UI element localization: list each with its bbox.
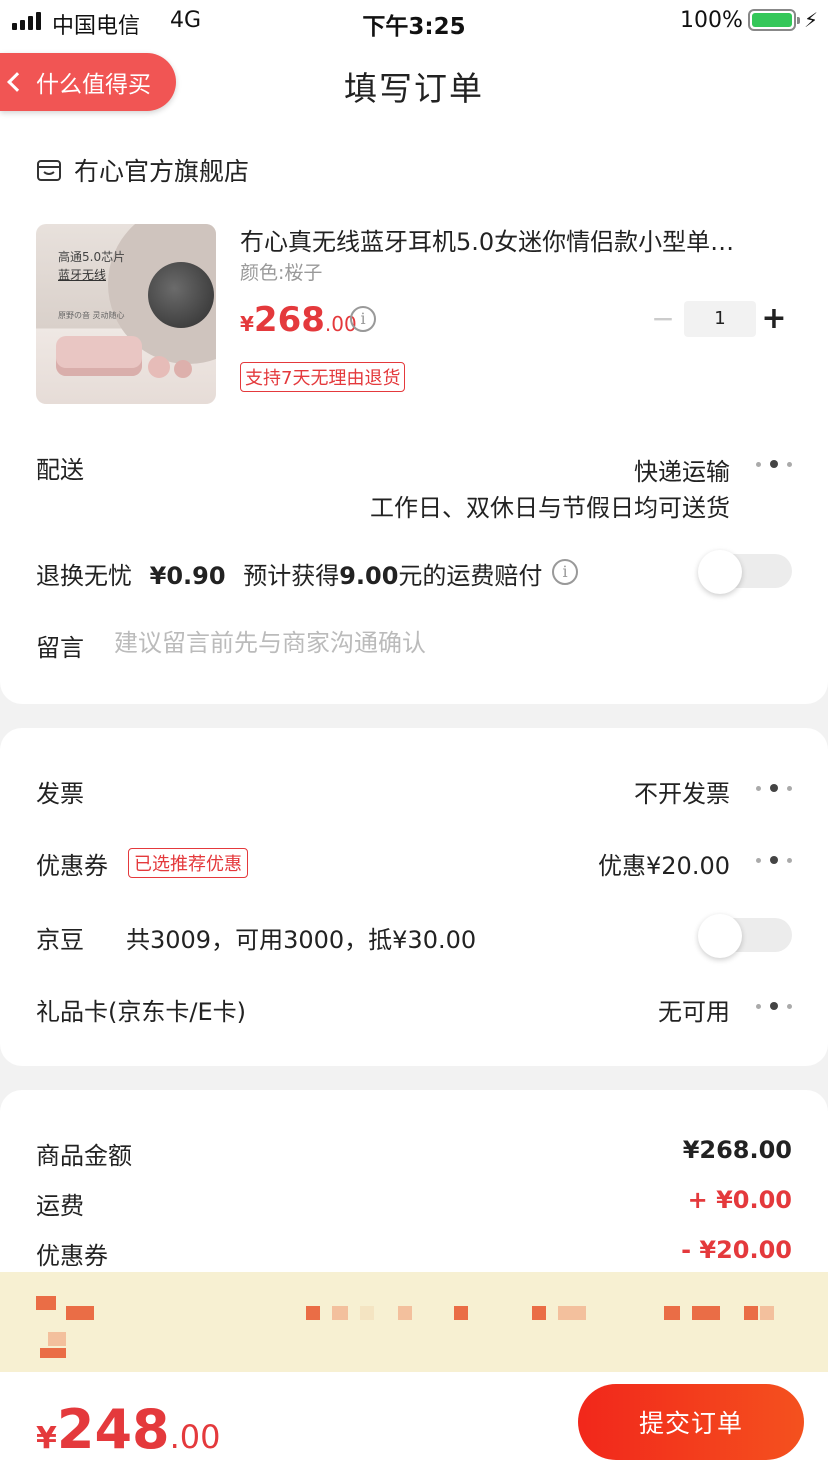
invoice-more-icon[interactable] bbox=[756, 784, 792, 792]
shipping-label: 运费 bbox=[36, 1192, 84, 1220]
order-item-card: 冇心官方旗舰店 高通5.0芯片 蓝牙无线 原野の音 灵动随心 冇心真无线蓝牙耳机… bbox=[0, 122, 828, 704]
insurance-amount: 9.00 bbox=[339, 562, 399, 590]
giftcard-value[interactable]: 无可用 bbox=[658, 992, 730, 1027]
message-input[interactable] bbox=[114, 626, 714, 660]
insurance-toggle[interactable] bbox=[698, 550, 792, 594]
invoice-label: 发票 bbox=[36, 780, 84, 808]
insurance-text-b: 元的运费赔付 bbox=[398, 562, 543, 590]
page-header: 什么值得买 填写订单 bbox=[0, 44, 828, 122]
charging-icon: ⚡ bbox=[804, 8, 819, 32]
insurance-info-icon[interactable]: i bbox=[552, 559, 578, 585]
address-banner[interactable] bbox=[0, 1272, 828, 1372]
store-row[interactable]: 冇心官方旗舰店 bbox=[36, 152, 249, 188]
delivery-label: 配送 bbox=[36, 456, 84, 484]
goods-amount-value: ¥268.00 bbox=[682, 1136, 792, 1164]
product-variant: 颜色:桜子 bbox=[240, 262, 323, 284]
battery-icon bbox=[748, 9, 800, 31]
product-price: ¥ 268 .00 bbox=[240, 300, 357, 340]
product-image-text-3: 原野の音 灵动随心 bbox=[58, 311, 125, 320]
jingdou-label: 京豆 bbox=[36, 926, 84, 954]
product-title[interactable]: 冇心真无线蓝牙耳机5.0女迷你情侣款小型单… bbox=[240, 222, 788, 257]
goods-amount-label: 商品金额 bbox=[36, 1142, 132, 1170]
insurance-label: 退换无忧 bbox=[36, 562, 132, 590]
delivery-method[interactable]: 快递运输 bbox=[634, 452, 730, 487]
coupon-label: 优惠券 bbox=[36, 852, 108, 880]
giftcard-more-icon[interactable] bbox=[756, 1002, 792, 1010]
price-currency: ¥ bbox=[240, 312, 254, 336]
order-total: ¥ 248 .00 bbox=[36, 1398, 221, 1461]
jingdou-toggle[interactable] bbox=[698, 914, 792, 958]
return-insurance-text: 退换无忧 ¥0.90 预计获得9.00元的运费赔付 bbox=[36, 556, 542, 591]
coupon-value[interactable]: 优惠¥20.00 bbox=[598, 846, 730, 881]
coupon-discount-label: 优惠券 bbox=[36, 1242, 108, 1270]
message-label: 留言 bbox=[36, 634, 84, 662]
delivery-more-icon[interactable] bbox=[756, 460, 792, 468]
coupon-discount-value: - ¥20.00 bbox=[681, 1236, 792, 1264]
benefits-card: 发票 不开发票 优惠券 已选推荐优惠 优惠¥20.00 京豆 共3009，可用3… bbox=[0, 728, 828, 1066]
product-image[interactable]: 高通5.0芯片 蓝牙无线 原野の音 灵动随心 bbox=[36, 224, 216, 404]
page-title: 填写订单 bbox=[344, 69, 484, 108]
shipping-value: + ¥0.00 bbox=[687, 1186, 792, 1214]
battery-percent: 100% bbox=[680, 8, 743, 33]
store-icon bbox=[37, 160, 61, 181]
price-integer: 268 bbox=[253, 300, 325, 340]
coupon-recommended-tag: 已选推荐优惠 bbox=[128, 848, 248, 878]
insurance-price: ¥0.90 bbox=[149, 562, 226, 590]
price-info-icon[interactable]: i bbox=[350, 306, 376, 332]
total-integer: 248 bbox=[56, 1398, 170, 1461]
price-summary-card: 商品金额 ¥268.00 运费 + ¥0.00 优惠券 - ¥20.00 bbox=[0, 1090, 828, 1280]
return-policy-tag: 支持7天无理由退货 bbox=[240, 362, 406, 392]
coupon-more-icon[interactable] bbox=[756, 856, 792, 864]
giftcard-label: 礼品卡(京东卡/E卡) bbox=[36, 998, 246, 1026]
product-image-text-2: 蓝牙无线 bbox=[58, 268, 107, 282]
store-name: 冇心官方旗舰店 bbox=[74, 157, 250, 186]
insurance-text-a: 预计获得 bbox=[243, 562, 340, 590]
quantity-value[interactable]: 1 bbox=[684, 301, 756, 337]
product-image-text-1: 高通5.0芯片 bbox=[58, 250, 126, 264]
quantity-decrease-button[interactable]: − bbox=[648, 301, 678, 337]
checkout-bar: ¥ 248 .00 提交订单 bbox=[0, 1372, 828, 1472]
submit-order-button[interactable]: 提交订单 bbox=[578, 1384, 804, 1460]
jingdou-text: 共3009，可用3000，抵¥30.00 bbox=[126, 926, 477, 954]
status-bar: 中国电信 4G 下午3:25 100% ⚡ bbox=[0, 0, 828, 44]
total-currency: ¥ bbox=[36, 1421, 57, 1456]
quantity-stepper: − 1 + bbox=[648, 300, 792, 338]
delivery-note: 工作日、双休日与节假日均可送货 bbox=[370, 494, 730, 522]
total-decimal: .00 bbox=[169, 1418, 221, 1456]
quantity-increase-button[interactable]: + bbox=[756, 301, 792, 337]
invoice-value[interactable]: 不开发票 bbox=[634, 774, 730, 809]
